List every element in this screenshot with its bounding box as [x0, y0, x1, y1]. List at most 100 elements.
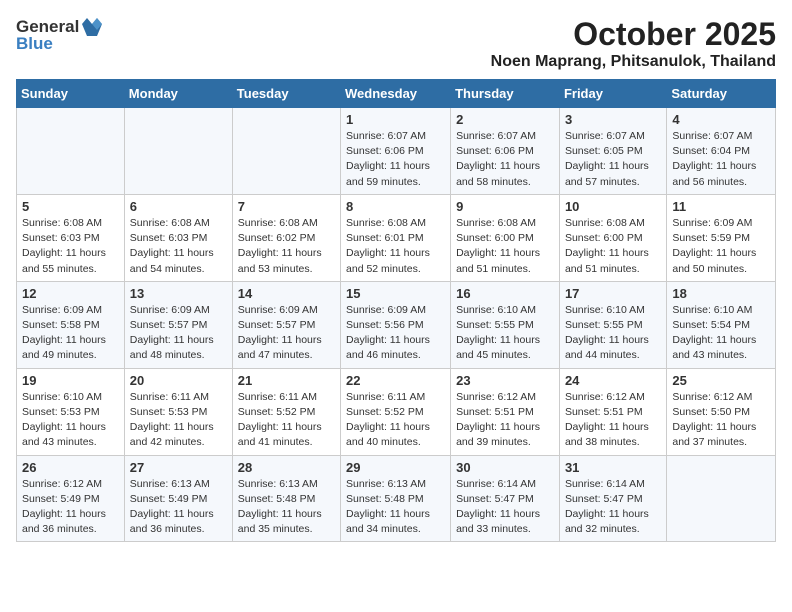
- day-number: 30: [456, 460, 554, 475]
- calendar-cell: 12 Sunrise: 6:09 AM Sunset: 5:58 PM Dayli…: [17, 281, 125, 368]
- calendar-cell: 24 Sunrise: 6:12 AM Sunset: 5:51 PM Dayli…: [559, 368, 666, 455]
- day-info: Sunrise: 6:07 AM Sunset: 6:06 PM Dayligh…: [346, 129, 445, 190]
- logo-blue-text: Blue: [16, 34, 53, 54]
- day-info: Sunrise: 6:12 AM Sunset: 5:51 PM Dayligh…: [565, 390, 661, 451]
- day-number: 3: [565, 112, 661, 127]
- day-info: Sunrise: 6:10 AM Sunset: 5:55 PM Dayligh…: [565, 303, 661, 364]
- day-number: 28: [238, 460, 335, 475]
- day-info: Sunrise: 6:12 AM Sunset: 5:50 PM Dayligh…: [672, 390, 770, 451]
- day-info: Sunrise: 6:13 AM Sunset: 5:48 PM Dayligh…: [346, 477, 445, 538]
- header-sunday: Sunday: [17, 80, 125, 108]
- title-block: October 2025 Noen Maprang, Phitsanulok, …: [491, 16, 776, 71]
- day-number: 14: [238, 286, 335, 301]
- day-info: Sunrise: 6:09 AM Sunset: 5:56 PM Dayligh…: [346, 303, 445, 364]
- calendar-cell: 23 Sunrise: 6:12 AM Sunset: 5:51 PM Dayli…: [451, 368, 560, 455]
- calendar-cell: 1 Sunrise: 6:07 AM Sunset: 6:06 PM Daylig…: [341, 108, 451, 195]
- calendar-cell: 28 Sunrise: 6:13 AM Sunset: 5:48 PM Dayli…: [232, 455, 340, 542]
- day-number: 6: [130, 199, 227, 214]
- calendar-cell: 13 Sunrise: 6:09 AM Sunset: 5:57 PM Dayli…: [124, 281, 232, 368]
- calendar-cell: 10 Sunrise: 6:08 AM Sunset: 6:00 PM Dayli…: [559, 194, 666, 281]
- day-info: Sunrise: 6:09 AM Sunset: 5:59 PM Dayligh…: [672, 216, 770, 277]
- day-info: Sunrise: 6:07 AM Sunset: 6:04 PM Dayligh…: [672, 129, 770, 190]
- day-info: Sunrise: 6:10 AM Sunset: 5:54 PM Dayligh…: [672, 303, 770, 364]
- day-number: 5: [22, 199, 119, 214]
- calendar-cell: [17, 108, 125, 195]
- month-title: October 2025: [491, 16, 776, 53]
- day-info: Sunrise: 6:12 AM Sunset: 5:51 PM Dayligh…: [456, 390, 554, 451]
- day-number: 24: [565, 373, 661, 388]
- calendar-header-row: SundayMondayTuesdayWednesdayThursdayFrid…: [17, 80, 776, 108]
- day-number: 17: [565, 286, 661, 301]
- day-number: 10: [565, 199, 661, 214]
- day-number: 22: [346, 373, 445, 388]
- day-number: 11: [672, 199, 770, 214]
- day-number: 2: [456, 112, 554, 127]
- calendar-cell: [667, 455, 776, 542]
- day-info: Sunrise: 6:13 AM Sunset: 5:48 PM Dayligh…: [238, 477, 335, 538]
- day-info: Sunrise: 6:07 AM Sunset: 6:05 PM Dayligh…: [565, 129, 661, 190]
- day-info: Sunrise: 6:08 AM Sunset: 6:03 PM Dayligh…: [130, 216, 227, 277]
- calendar-cell: 25 Sunrise: 6:12 AM Sunset: 5:50 PM Dayli…: [667, 368, 776, 455]
- day-number: 4: [672, 112, 770, 127]
- page-header: General Blue October 2025 Noen Maprang, …: [16, 16, 776, 71]
- day-number: 19: [22, 373, 119, 388]
- day-info: Sunrise: 6:07 AM Sunset: 6:06 PM Dayligh…: [456, 129, 554, 190]
- calendar-cell: 18Sunrise: 6:10 AM Sunset: 5:54 PM Dayli…: [667, 281, 776, 368]
- calendar-cell: 27Sunrise: 6:13 AM Sunset: 5:49 PM Dayli…: [124, 455, 232, 542]
- calendar-cell: 31Sunrise: 6:14 AM Sunset: 5:47 PM Dayli…: [559, 455, 666, 542]
- day-number: 9: [456, 199, 554, 214]
- header-tuesday: Tuesday: [232, 80, 340, 108]
- calendar-cell: 14Sunrise: 6:09 AM Sunset: 5:57 PM Dayli…: [232, 281, 340, 368]
- calendar-cell: [124, 108, 232, 195]
- calendar-cell: 7Sunrise: 6:08 AM Sunset: 6:02 PM Daylig…: [232, 194, 340, 281]
- day-info: Sunrise: 6:08 AM Sunset: 6:00 PM Dayligh…: [456, 216, 554, 277]
- day-number: 16: [456, 286, 554, 301]
- day-number: 23: [456, 373, 554, 388]
- day-info: Sunrise: 6:09 AM Sunset: 5:57 PM Dayligh…: [130, 303, 227, 364]
- day-number: 15: [346, 286, 445, 301]
- calendar-cell: 15 Sunrise: 6:09 AM Sunset: 5:56 PM Dayli…: [341, 281, 451, 368]
- day-number: 21: [238, 373, 335, 388]
- header-thursday: Thursday: [451, 80, 560, 108]
- day-number: 25: [672, 373, 770, 388]
- day-info: Sunrise: 6:14 AM Sunset: 5:47 PM Dayligh…: [456, 477, 554, 538]
- day-number: 1: [346, 112, 445, 127]
- calendar-cell: 30 Sunrise: 6:14 AM Sunset: 5:47 PM Dayli…: [451, 455, 560, 542]
- calendar-cell: 22 Sunrise: 6:11 AM Sunset: 5:52 PM Dayli…: [341, 368, 451, 455]
- day-info: Sunrise: 6:09 AM Sunset: 5:58 PM Dayligh…: [22, 303, 119, 364]
- day-number: 29: [346, 460, 445, 475]
- day-number: 8: [346, 199, 445, 214]
- day-number: 13: [130, 286, 227, 301]
- calendar-cell: 3 Sunrise: 6:07 AM Sunset: 6:05 PM Daylig…: [559, 108, 666, 195]
- day-number: 12: [22, 286, 119, 301]
- calendar-cell: 4 Sunrise: 6:07 AM Sunset: 6:04 PM Daylig…: [667, 108, 776, 195]
- calendar-cell: 19 Sunrise: 6:10 AM Sunset: 5:53 PM Dayli…: [17, 368, 125, 455]
- header-saturday: Saturday: [667, 80, 776, 108]
- calendar-cell: 8Sunrise: 6:08 AM Sunset: 6:01 PM Daylig…: [341, 194, 451, 281]
- day-number: 7: [238, 199, 335, 214]
- day-number: 27: [130, 460, 227, 475]
- calendar-cell: 5 Sunrise: 6:08 AM Sunset: 6:03 PM Daylig…: [17, 194, 125, 281]
- day-info: Sunrise: 6:11 AM Sunset: 5:52 PM Dayligh…: [238, 390, 335, 451]
- day-number: 26: [22, 460, 119, 475]
- day-number: 20: [130, 373, 227, 388]
- calendar-cell: 17 Sunrise: 6:10 AM Sunset: 5:55 PM Dayli…: [559, 281, 666, 368]
- day-info: Sunrise: 6:10 AM Sunset: 5:55 PM Dayligh…: [456, 303, 554, 364]
- day-info: Sunrise: 6:08 AM Sunset: 6:03 PM Dayligh…: [22, 216, 119, 277]
- day-info: Sunrise: 6:08 AM Sunset: 6:00 PM Dayligh…: [565, 216, 661, 277]
- header-wednesday: Wednesday: [341, 80, 451, 108]
- calendar-cell: 2 Sunrise: 6:07 AM Sunset: 6:06 PM Daylig…: [451, 108, 560, 195]
- calendar-cell: 11 Sunrise: 6:09 AM Sunset: 5:59 PM Dayli…: [667, 194, 776, 281]
- day-info: Sunrise: 6:10 AM Sunset: 5:53 PM Dayligh…: [22, 390, 119, 451]
- header-monday: Monday: [124, 80, 232, 108]
- logo-icon: [81, 16, 103, 38]
- day-info: Sunrise: 6:11 AM Sunset: 5:52 PM Dayligh…: [346, 390, 445, 451]
- calendar-cell: 20 Sunrise: 6:11 AM Sunset: 5:53 PM Dayli…: [124, 368, 232, 455]
- calendar-week-2: 12 Sunrise: 6:09 AM Sunset: 5:58 PM Dayli…: [17, 281, 776, 368]
- calendar-week-4: 26Sunrise: 6:12 AM Sunset: 5:49 PM Dayli…: [17, 455, 776, 542]
- location-title: Noen Maprang, Phitsanulok, Thailand: [491, 53, 776, 71]
- calendar-table: SundayMondayTuesdayWednesdayThursdayFrid…: [16, 79, 776, 542]
- calendar-cell: 21 Sunrise: 6:11 AM Sunset: 5:52 PM Dayli…: [232, 368, 340, 455]
- calendar-cell: 26Sunrise: 6:12 AM Sunset: 5:49 PM Dayli…: [17, 455, 125, 542]
- day-info: Sunrise: 6:11 AM Sunset: 5:53 PM Dayligh…: [130, 390, 227, 451]
